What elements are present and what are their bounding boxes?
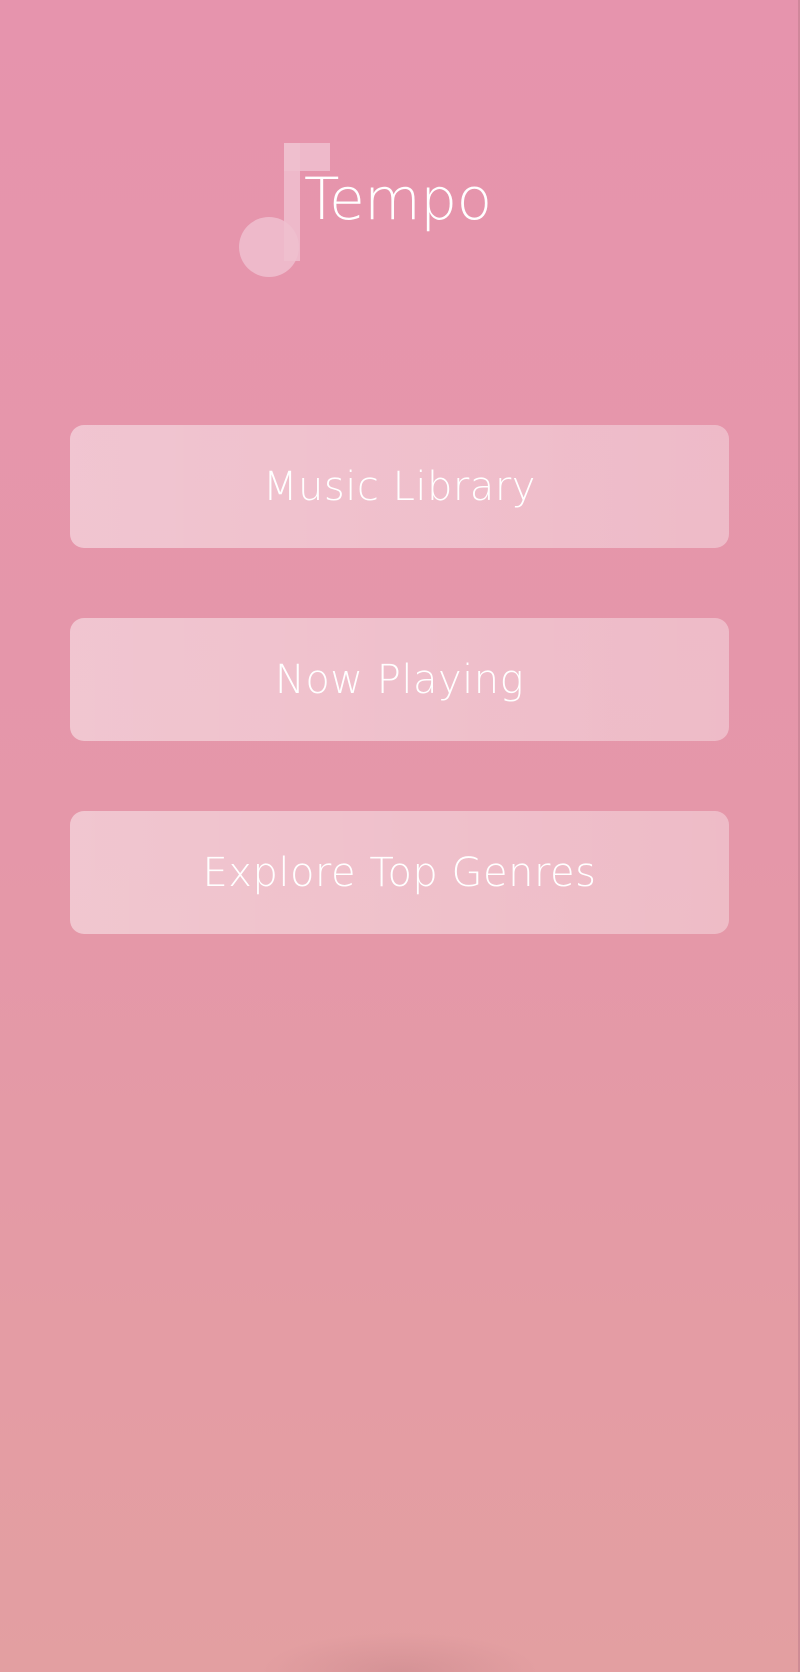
app-logo: Tempo	[238, 140, 508, 280]
bottom-shadow	[260, 1632, 540, 1672]
explore-top-genres-button[interactable]: Explore Top Genres	[70, 811, 729, 934]
main-menu: Music Library Now Playing Explore Top Ge…	[70, 425, 729, 1004]
now-playing-button[interactable]: Now Playing	[70, 618, 729, 741]
app-title: Tempo	[304, 165, 492, 233]
music-library-button[interactable]: Music Library	[70, 425, 729, 548]
